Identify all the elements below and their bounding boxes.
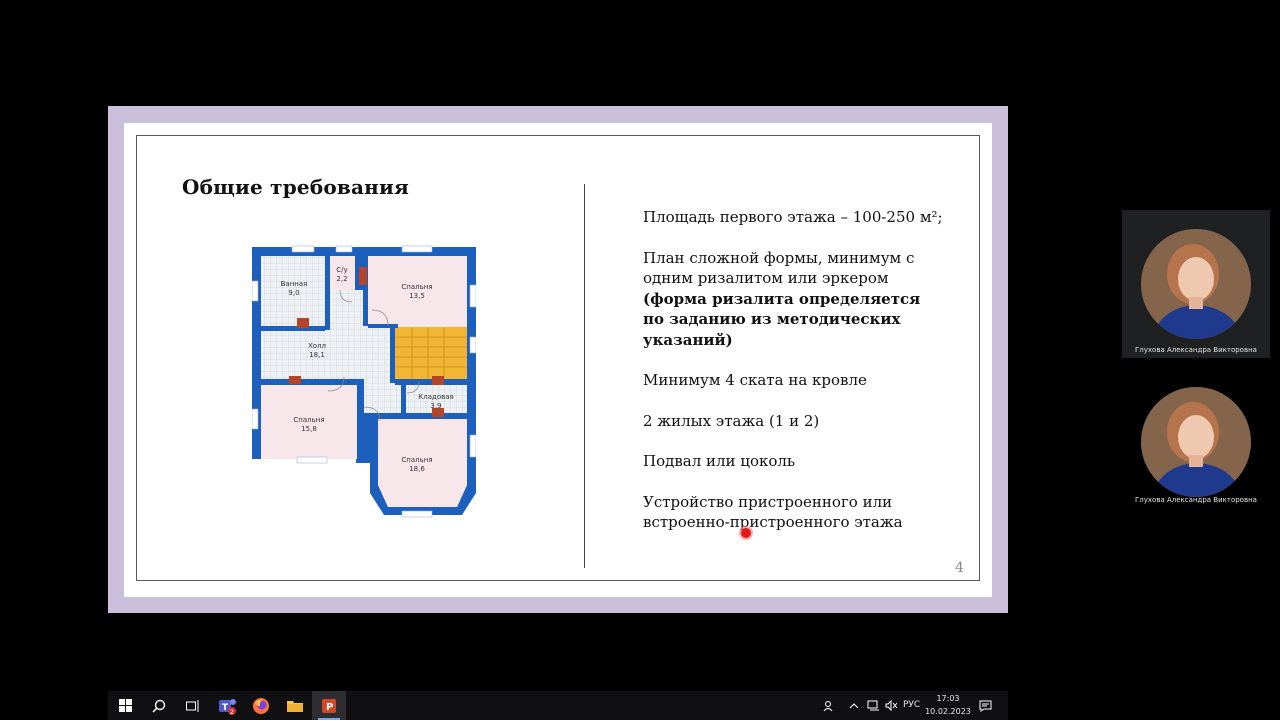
- requirement-item: Площадь первого этажа – 100-250 м²;: [643, 207, 943, 228]
- teams-icon[interactable]: T2: [210, 691, 244, 720]
- svg-text:P: P: [326, 702, 333, 713]
- notification-icon[interactable]: [974, 691, 996, 720]
- room-label: С/у: [336, 266, 347, 274]
- firefox-icon[interactable]: [244, 691, 278, 720]
- requirement-text: План сложной формы, минимум с одним риза…: [643, 248, 915, 288]
- slide: Общие требования Ванная 9,0 С/у 2,2 Спал…: [124, 123, 992, 597]
- volume-muted-icon[interactable]: [882, 691, 900, 720]
- room-area: 3,9: [430, 402, 441, 410]
- clock-time[interactable]: 17:03: [928, 694, 968, 703]
- requirement-text: Минимум 4 ската на кровле: [643, 371, 867, 389]
- room-label: Холл: [308, 342, 326, 350]
- slide-frame: Общие требования Ванная 9,0 С/у 2,2 Спал…: [108, 106, 1008, 613]
- requirement-text: Площадь первого этажа – 100-250 м²;: [643, 208, 943, 226]
- requirement-item: Устройство пристроенного или встроенно-п…: [643, 492, 943, 533]
- room-label: Спальня: [293, 416, 324, 424]
- room-area: 15,8: [301, 425, 317, 433]
- room-area: 18,1: [309, 351, 325, 359]
- requirement-item: Подвал или цоколь: [643, 451, 943, 472]
- requirement-item: Минимум 4 ската на кровле: [643, 370, 943, 391]
- participant-video-tile[interactable]: Глухова Александра Викторовна: [1122, 210, 1270, 358]
- room-area: 2,2: [336, 275, 347, 283]
- search-icon[interactable]: [142, 691, 176, 720]
- floor-plan-drawing: Ванная 9,0 С/у 2,2 Спальня 13,5 Холл 18,…: [252, 245, 476, 518]
- requirement-text: 2 жилых этажа (1 и 2): [643, 411, 820, 430]
- chevron-up-icon[interactable]: [846, 691, 862, 720]
- room-area: 13,5: [409, 292, 425, 300]
- room-area: 18,6: [409, 465, 425, 473]
- requirement-text: Подвал или цоколь: [643, 452, 796, 470]
- clock-date[interactable]: 10.02.2023: [924, 707, 972, 716]
- room-area: 9,0: [288, 289, 299, 297]
- room-label: Ванная: [281, 280, 308, 288]
- network-icon[interactable]: [864, 691, 882, 720]
- slide-title: Общие требования: [182, 175, 410, 199]
- requirement-item: 2 жилых этажа (1 и 2): [643, 411, 943, 432]
- stairs: [395, 327, 467, 379]
- room-label: Спальня: [401, 456, 432, 464]
- participant-avatar: [1141, 387, 1251, 497]
- requirement-text: Устройство пристроенного или встроенно-п…: [643, 492, 903, 532]
- laser-pointer: [741, 528, 751, 538]
- participant-video-tile[interactable]: Глухова Александра Викторовна: [1122, 368, 1270, 518]
- participant-name: Глухова Александра Викторовна: [1135, 496, 1257, 504]
- file-explorer-icon[interactable]: [278, 691, 312, 720]
- room-label: Кладовая: [418, 393, 453, 401]
- requirement-bold-text: (форма ризалита определяется по заданию …: [643, 289, 921, 349]
- slide-page-number: 4: [955, 560, 964, 576]
- task-view-icon[interactable]: [176, 691, 210, 720]
- windows-taskbar: T2 P РУС 17:03 10.02.2023: [108, 691, 1008, 720]
- start-icon[interactable]: [108, 691, 142, 720]
- requirements-list: Площадь первого этажа – 100-250 м²; План…: [643, 207, 943, 553]
- people-icon[interactable]: [818, 691, 840, 720]
- powerpoint-icon[interactable]: P: [312, 691, 346, 720]
- language-indicator[interactable]: РУС: [903, 700, 920, 710]
- participant-name: Глухова Александра Викторовна: [1135, 346, 1257, 354]
- participant-avatar: [1141, 229, 1251, 339]
- floor-plan: Ванная 9,0 С/у 2,2 Спальня 13,5 Холл 18,…: [252, 245, 476, 525]
- svg-text:T: T: [222, 703, 229, 713]
- teams-badge: 2: [230, 709, 234, 715]
- room-label: Спальня: [401, 283, 432, 291]
- requirement-item: План сложной формы, минимум с одним риза…: [643, 248, 943, 351]
- column-divider: [584, 184, 585, 568]
